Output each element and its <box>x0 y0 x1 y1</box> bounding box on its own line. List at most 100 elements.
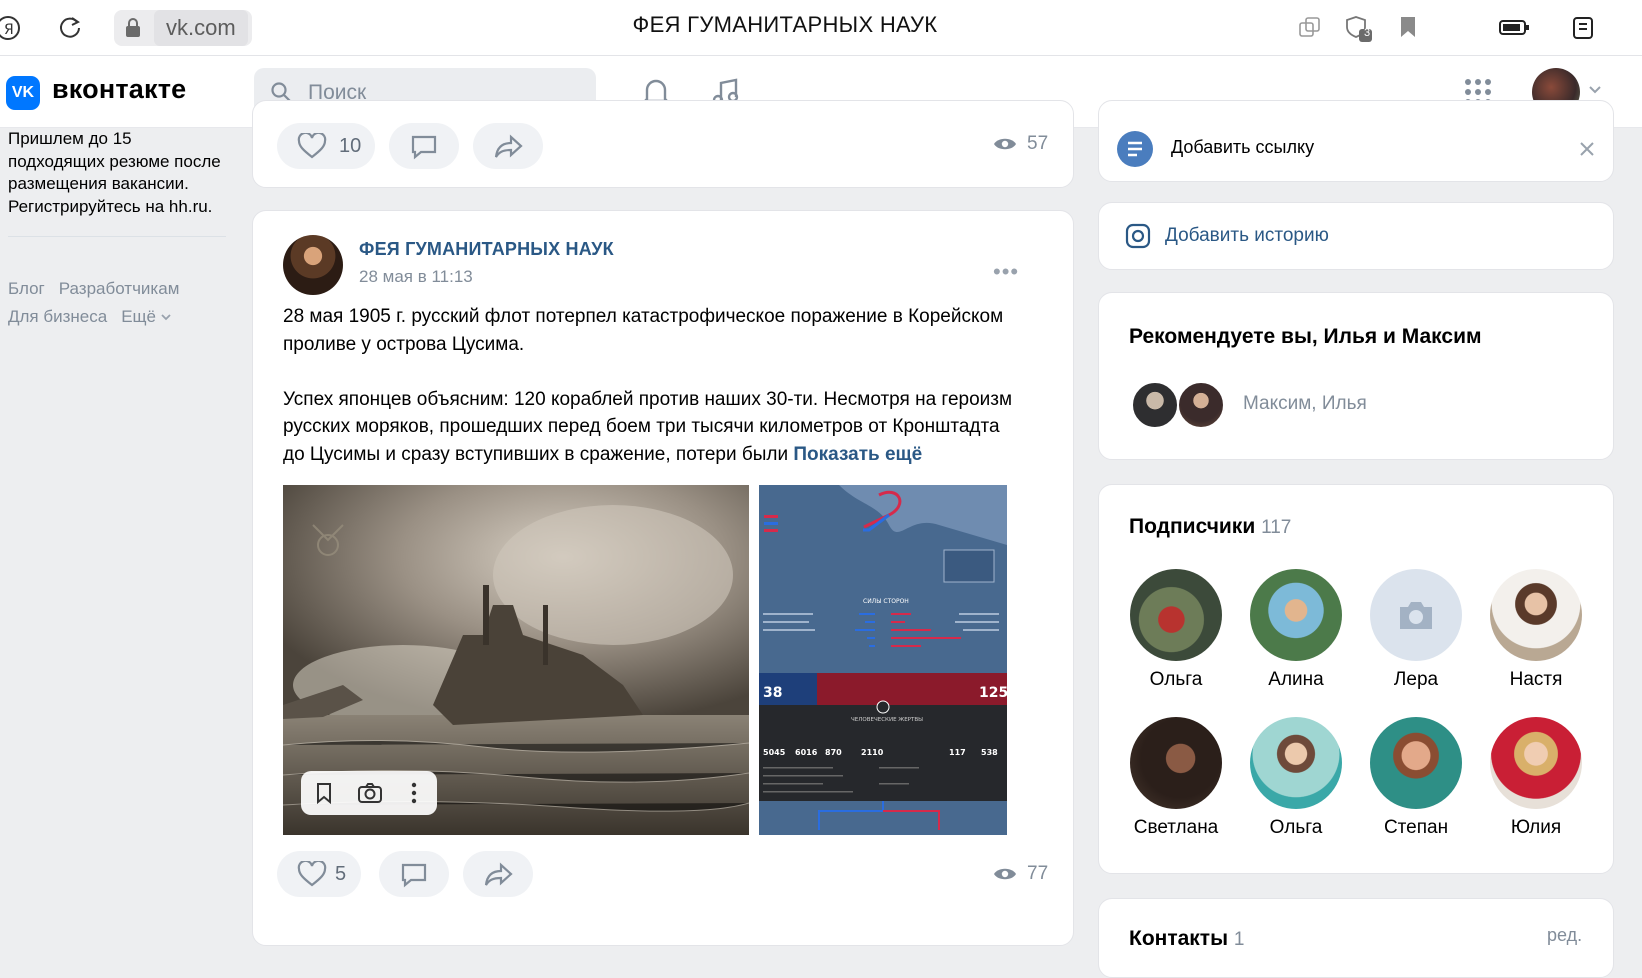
divider <box>8 236 226 237</box>
svg-text:Я: Я <box>4 22 14 38</box>
contacts-count: 1 <box>1233 929 1245 950</box>
subscriber-name: Ольга <box>1149 669 1203 690</box>
left-column: Пришлем до 15 подходящих резюме после ра… <box>8 128 228 331</box>
infographic-stat: 2110 <box>861 748 884 757</box>
subscriber-item[interactable]: Лера <box>1361 569 1471 691</box>
more-options-icon[interactable]: ••• <box>993 259 1019 285</box>
infographic-section-forces: СИЛЫ СТОРОН <box>863 598 909 605</box>
footer-link-more[interactable]: Ещё <box>121 307 172 326</box>
subscribers-title[interactable]: Подписчики 117 <box>1129 515 1291 539</box>
infographic-russian-ships: 38 <box>763 685 782 701</box>
chevron-down-icon <box>161 314 171 321</box>
comment-button[interactable] <box>389 123 459 169</box>
camera-icon <box>1400 602 1432 629</box>
avatar <box>1370 569 1462 661</box>
infographic-section-losses: ЧЕЛОВЕЧЕСКИЕ ЖЕРТВЫ <box>851 717 923 723</box>
subscriber-item[interactable]: Настя <box>1481 569 1591 691</box>
comment-button[interactable] <box>379 851 449 897</box>
bookmark-icon[interactable] <box>1394 14 1422 42</box>
post-photo-infographic[interactable]: СИЛЫ СТОРОН 38 125 ЧЕЛОВЕЧЕСКИЕ ЖЕРТВЫ 5… <box>759 485 1007 835</box>
lock-icon <box>126 18 140 37</box>
tabs-badge: 3 <box>1364 27 1371 39</box>
tabs-add-icon[interactable] <box>1296 14 1324 42</box>
footer-link-blog[interactable]: Блог <box>8 279 45 298</box>
avatar <box>1370 717 1462 809</box>
post-text: 28 мая 1905 г. русский флот потерпел кат… <box>283 303 1023 468</box>
address-bar[interactable]: vk.com <box>114 10 252 46</box>
recommend-avatar[interactable] <box>1177 381 1225 429</box>
heart-icon <box>297 133 327 159</box>
share-icon <box>484 862 513 886</box>
story-icon <box>1125 223 1151 249</box>
url-text[interactable]: vk.com <box>154 10 248 46</box>
more-vertical-icon[interactable] <box>411 782 417 804</box>
subscriber-item[interactable]: Алина <box>1241 569 1351 691</box>
footer-links: Блог Разработчикам Для бизнеса Ещё <box>8 275 228 331</box>
contacts-edit-link[interactable]: ред. <box>1547 925 1582 946</box>
subscribers-card: Подписчики 117 Ольга Алина Лера Настя Св… <box>1098 484 1614 874</box>
like-button[interactable]: 5 <box>277 851 361 897</box>
comment-icon <box>411 135 437 160</box>
photo-tools <box>301 771 437 815</box>
subscriber-name: Лера <box>1393 669 1439 690</box>
avatar <box>1130 717 1222 809</box>
extensions-icon[interactable] <box>1570 14 1598 42</box>
share-button[interactable] <box>473 123 543 169</box>
recommend-names[interactable]: Максим, Илья <box>1243 393 1367 415</box>
post-card: ФЕЯ ГУМАНИТАРНЫХ НАУК 28 мая в 11:13 •••… <box>252 210 1074 946</box>
post-author[interactable]: ФЕЯ ГУМАНИТАРНЫХ НАУК <box>359 239 614 260</box>
infographic-japanese-ships: 125 <box>979 685 1007 701</box>
prev-post-card: 10 57 <box>252 100 1074 188</box>
browser-toolbar: Я vk.com ФЕЯ ГУМАНИТАРНЫХ НАУК 3 <box>0 0 1642 56</box>
show-more-link[interactable]: Показать ещё <box>793 444 922 465</box>
share-icon <box>494 134 523 158</box>
infographic-stat: 870 <box>825 748 842 757</box>
subscriber-item[interactable]: Ольга <box>1241 717 1351 839</box>
yandex-icon[interactable]: Я <box>0 14 22 42</box>
ad-text[interactable]: Пришлем до 15 подходящих резюме после ра… <box>8 128 228 218</box>
footer-link-developers[interactable]: Разработчикам <box>59 279 180 298</box>
avatar <box>1490 717 1582 809</box>
reload-icon[interactable] <box>56 14 84 42</box>
battery-icon <box>1498 14 1529 42</box>
close-icon[interactable] <box>1579 141 1595 157</box>
post-date[interactable]: 28 мая в 11:13 <box>359 267 473 287</box>
subscriber-item[interactable]: Светлана <box>1121 717 1231 839</box>
recommend-title: Рекомендуете вы, Илья и Максим <box>1129 325 1482 348</box>
like-button[interactable]: 10 <box>277 123 375 169</box>
avatar <box>1250 569 1342 661</box>
recommend-avatar[interactable] <box>1131 381 1179 429</box>
contacts-title[interactable]: Контакты 1 <box>1129 927 1244 951</box>
post-photo-battleship[interactable] <box>283 485 749 835</box>
brand-name[interactable]: вконтакте <box>52 74 186 105</box>
chevron-down-icon[interactable] <box>1588 82 1602 96</box>
contacts-card: Контакты 1 ред. <box>1098 898 1614 978</box>
subscriber-item[interactable]: Юлия <box>1481 717 1591 839</box>
camera-search-icon[interactable] <box>357 782 383 804</box>
avatar <box>1490 569 1582 661</box>
footer-link-business[interactable]: Для бизнеса <box>8 307 107 326</box>
add-link-label[interactable]: Добавить ссылку <box>1171 137 1314 158</box>
subscribers-count: 117 <box>1261 517 1292 538</box>
subscriber-name: Настя <box>1509 669 1563 690</box>
vk-logo-icon[interactable]: VK <box>6 76 40 110</box>
share-button[interactable] <box>463 851 533 897</box>
heart-icon <box>297 861 327 887</box>
infographic-stat: 5045 <box>763 748 786 757</box>
like-count: 10 <box>339 135 362 157</box>
add-story-label[interactable]: Добавить историю <box>1165 225 1329 247</box>
add-story-card[interactable]: Добавить историю <box>1098 202 1614 270</box>
page-title: ФЕЯ ГУМАНИТАРНЫХ НАУК <box>632 12 938 37</box>
subscriber-item[interactable]: Степан <box>1361 717 1471 839</box>
post-paragraph: 28 мая 1905 г. русский флот потерпел кат… <box>283 306 1004 355</box>
infographic-stat: 6016 <box>795 748 818 757</box>
bookmark-icon[interactable] <box>315 782 333 804</box>
subscriber-item[interactable]: Ольга <box>1121 569 1231 691</box>
subscriber-name: Юлия <box>1510 817 1562 838</box>
like-count: 5 <box>335 863 347 885</box>
views-count: 77 <box>1027 863 1049 884</box>
comment-icon <box>401 863 427 888</box>
infographic-stat: 117 <box>949 748 966 757</box>
protect-icon[interactable]: 3 <box>1344 14 1372 42</box>
post-author-avatar[interactable] <box>283 235 343 295</box>
